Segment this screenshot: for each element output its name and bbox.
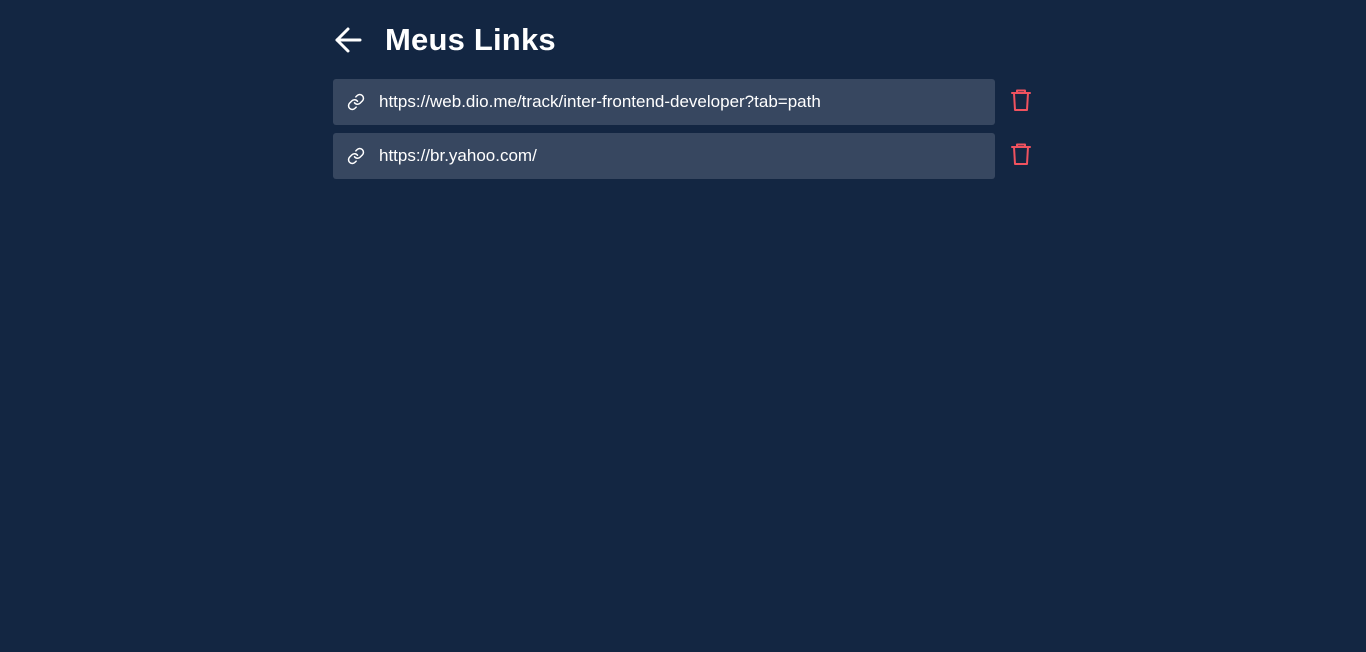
link-item[interactable]: https://web.dio.me/track/inter-frontend-… bbox=[333, 79, 995, 125]
trash-icon bbox=[1010, 88, 1032, 117]
link-icon bbox=[347, 93, 365, 111]
link-list: https://web.dio.me/track/inter-frontend-… bbox=[333, 79, 1033, 179]
back-button[interactable] bbox=[333, 21, 371, 59]
page-header: Meus Links bbox=[333, 0, 1033, 79]
trash-icon bbox=[1010, 142, 1032, 171]
delete-link-button[interactable] bbox=[1009, 89, 1033, 115]
links-page: Meus Links https://web.dio.me/track/inte… bbox=[333, 0, 1033, 179]
link-row: https://web.dio.me/track/inter-frontend-… bbox=[333, 79, 1033, 125]
page-title: Meus Links bbox=[385, 22, 556, 57]
link-url: https://br.yahoo.com/ bbox=[379, 146, 537, 165]
delete-link-button[interactable] bbox=[1009, 143, 1033, 169]
link-url: https://web.dio.me/track/inter-frontend-… bbox=[379, 92, 821, 111]
link-icon bbox=[347, 147, 365, 165]
link-row: https://br.yahoo.com/ bbox=[333, 133, 1033, 179]
arrow-left-icon bbox=[333, 25, 363, 55]
link-item[interactable]: https://br.yahoo.com/ bbox=[333, 133, 995, 179]
